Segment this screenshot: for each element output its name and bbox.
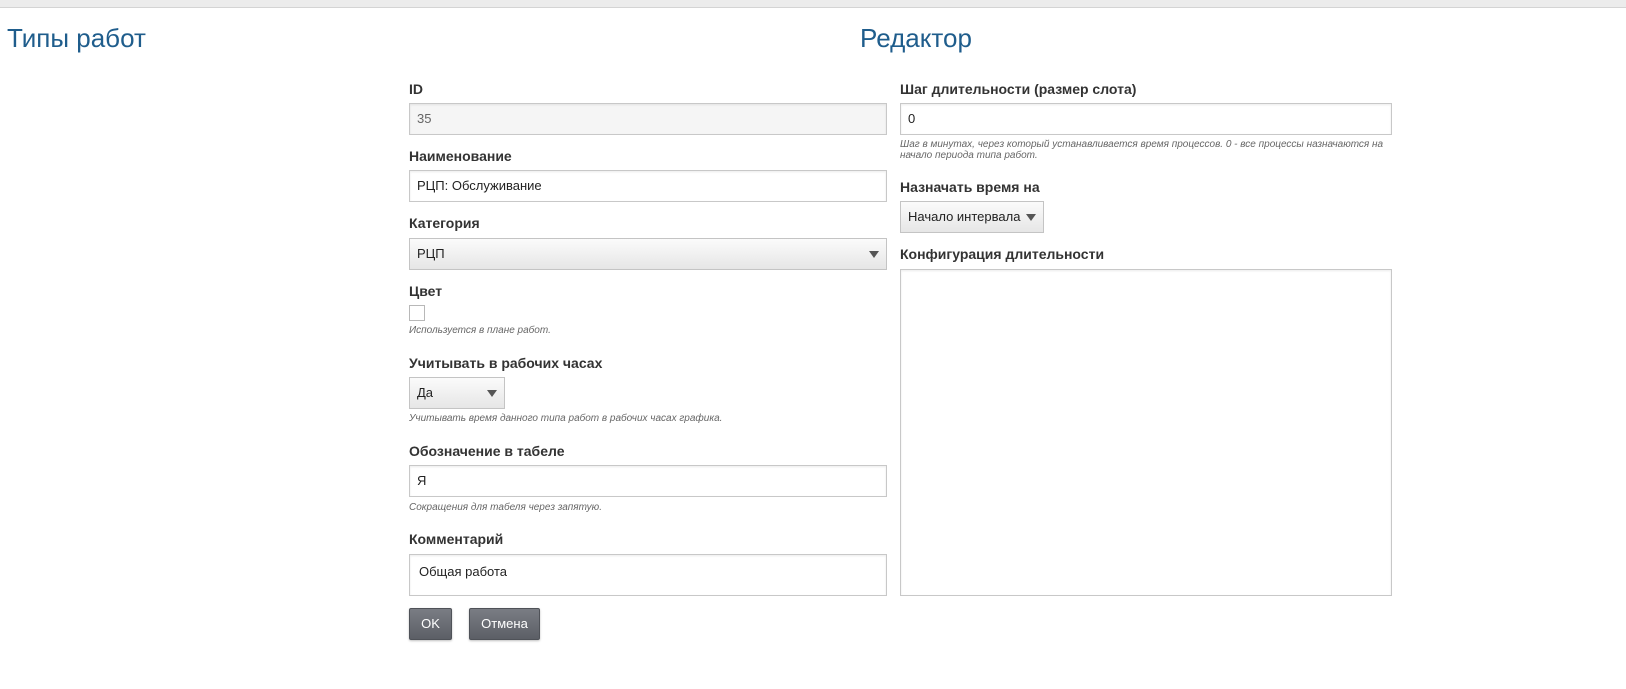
category-selected-value: РЦП: [417, 246, 445, 261]
id-field[interactable]: 35: [409, 103, 887, 135]
chevron-down-icon: [869, 251, 879, 258]
editor-title: Редактор: [860, 23, 972, 53]
ok-button[interactable]: OK: [409, 608, 452, 640]
assign-time-select[interactable]: Начало интервала: [900, 201, 1044, 233]
timesheet-hint: Сокращения для табеля через запятую.: [409, 502, 602, 513]
duration-step-field[interactable]: 0: [900, 103, 1392, 135]
id-label: ID: [409, 81, 423, 97]
category-label: Категория: [409, 215, 480, 231]
duration-config-label: Конфигурация длительности: [900, 246, 1105, 262]
working-hours-select[interactable]: Да: [409, 377, 505, 409]
color-picker[interactable]: [409, 305, 425, 321]
page-title: Типы работ: [7, 23, 146, 53]
duration-step-hint-line-1: Шаг в минутах, через который устанавлива…: [900, 139, 1384, 150]
chevron-down-icon: [487, 390, 497, 397]
duration-step-hint: Шаг в минутах, через который устанавлива…: [900, 139, 1400, 161]
chevron-down-icon: [1026, 214, 1036, 221]
top-bar: [0, 0, 1626, 8]
working-hours-hint: Учитывать время данного типа работ в раб…: [409, 413, 723, 424]
assign-time-label: Назначать время на: [900, 179, 1040, 195]
color-label: Цвет: [409, 283, 443, 299]
assign-time-selected-value: Начало интервала: [908, 209, 1021, 224]
name-field[interactable]: РЦП: Обслуживание: [409, 170, 887, 202]
color-hint: Используется в плане работ.: [409, 325, 551, 336]
duration-step-label: Шаг длительности (размер слота): [900, 81, 1137, 97]
duration-step-hint-line-2: начало периода типа работ.: [900, 150, 1038, 161]
timesheet-field[interactable]: Я: [409, 465, 887, 497]
comment-textarea[interactable]: Общая работа: [409, 554, 887, 596]
category-select[interactable]: РЦП: [409, 238, 887, 270]
name-label: Наименование: [409, 148, 512, 164]
timesheet-label: Обозначение в табеле: [409, 443, 565, 459]
working-hours-selected-value: Да: [417, 385, 434, 400]
cancel-button[interactable]: Отмена: [469, 608, 540, 640]
duration-config-textarea[interactable]: [900, 269, 1392, 596]
working-hours-label: Учитывать в рабочих часах: [409, 355, 603, 371]
comment-label: Комментарий: [409, 531, 504, 547]
